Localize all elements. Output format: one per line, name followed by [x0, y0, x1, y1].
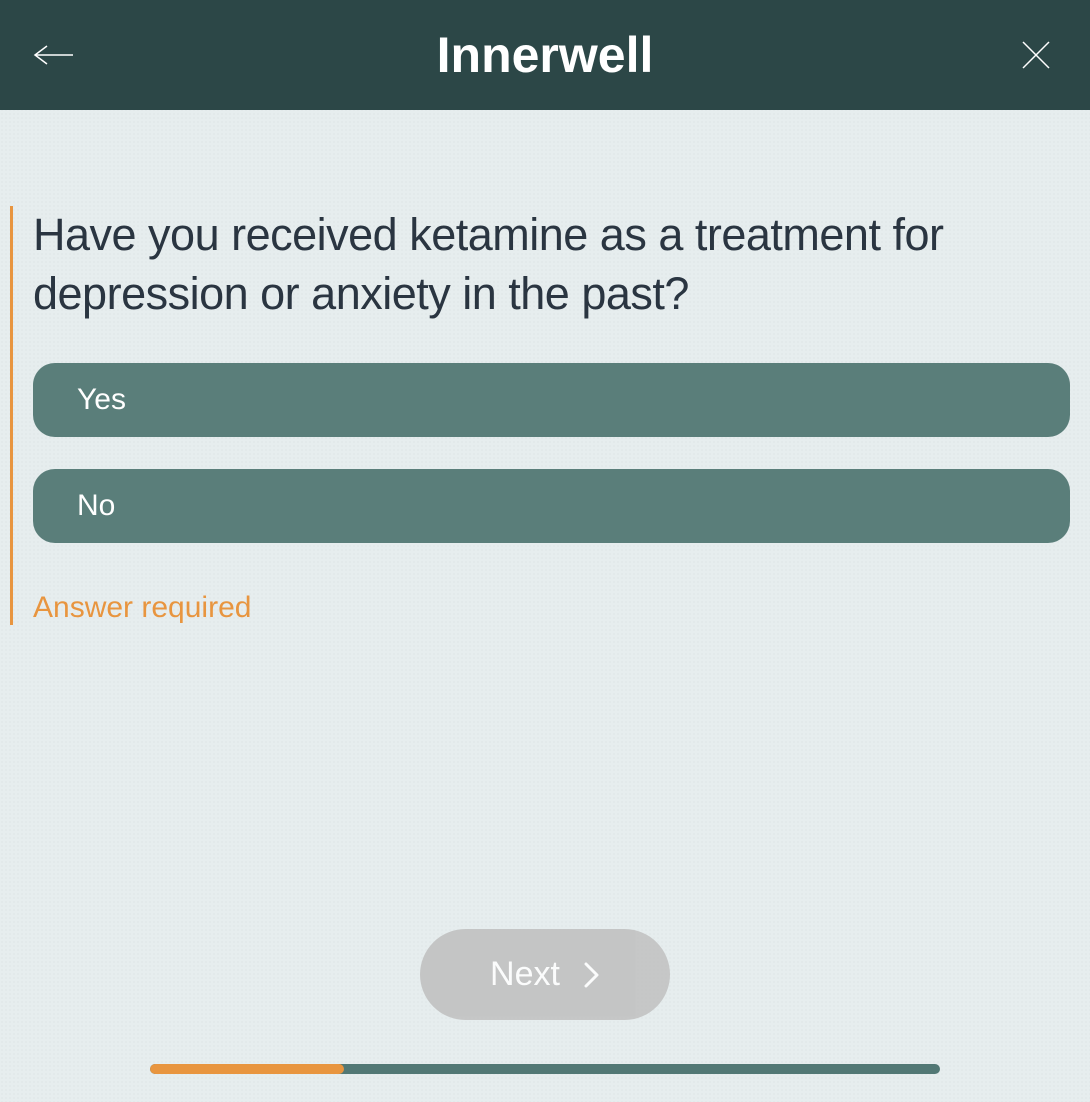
next-button-label: Next — [490, 955, 560, 994]
next-button[interactable]: Next — [420, 929, 670, 1020]
option-yes[interactable]: Yes — [33, 363, 1070, 437]
progress-bar — [150, 1064, 940, 1074]
brand-logo: Innerwell — [437, 26, 654, 84]
question-block: Have you received ketamine as a treatmen… — [10, 206, 1070, 625]
back-button[interactable] — [32, 33, 76, 77]
chevron-right-icon — [584, 962, 600, 988]
question-content: Have you received ketamine as a treatmen… — [0, 110, 1090, 929]
close-button[interactable] — [1014, 33, 1058, 77]
option-no[interactable]: No — [33, 469, 1070, 543]
arrow-left-icon — [33, 45, 75, 65]
close-icon — [1020, 39, 1052, 71]
progress-fill — [150, 1064, 344, 1074]
validation-message: Answer required — [33, 591, 1070, 625]
footer: Next — [0, 929, 1090, 1102]
options-list: Yes No — [33, 363, 1070, 543]
question-text: Have you received ketamine as a treatmen… — [33, 206, 1070, 323]
app-header: Innerwell — [0, 0, 1090, 110]
brand-text: Innerwell — [437, 26, 654, 84]
